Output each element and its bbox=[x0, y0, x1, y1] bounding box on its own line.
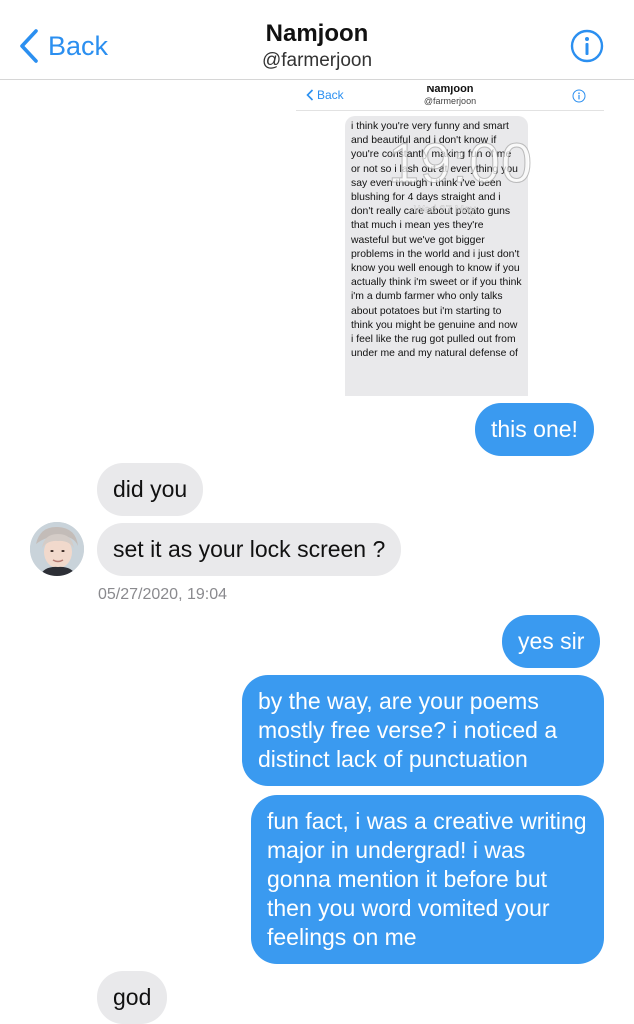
contact-handle: @farmerjoon bbox=[261, 50, 373, 71]
avatar[interactable] bbox=[30, 522, 84, 576]
message-timestamp: 05/27/2020, 19:04 bbox=[98, 586, 228, 603]
incoming-message: set it as your lock screen ? bbox=[97, 523, 402, 576]
contact-name: Namjoon bbox=[265, 20, 369, 47]
avatar-photo bbox=[30, 522, 84, 576]
incoming-message: god bbox=[97, 971, 168, 1024]
conversation-header: Back Namjoon @farmerjoon bbox=[0, 0, 634, 80]
screenshot-contact-handle: @farmerjoon bbox=[423, 96, 477, 106]
screenshot-divider bbox=[296, 110, 604, 111]
outgoing-message: yes sir bbox=[502, 615, 601, 668]
lock-screen-date: Wed 27 May bbox=[414, 204, 476, 216]
outgoing-message: by the way, are your poems mostly free v… bbox=[242, 675, 604, 786]
incoming-message: did you bbox=[97, 463, 204, 516]
screenshot-contact-name: Namjoon bbox=[426, 86, 474, 95]
outgoing-message: fun fact, i was a creative writing major… bbox=[251, 795, 604, 964]
info-icon bbox=[572, 89, 586, 103]
screenshot-image-message[interactable]: Back Namjoon @farmerjoon i think you're … bbox=[296, 86, 604, 396]
outgoing-message: this one! bbox=[475, 403, 594, 456]
lock-screen-time: 19:00 bbox=[387, 131, 534, 195]
info-icon[interactable] bbox=[570, 29, 604, 63]
